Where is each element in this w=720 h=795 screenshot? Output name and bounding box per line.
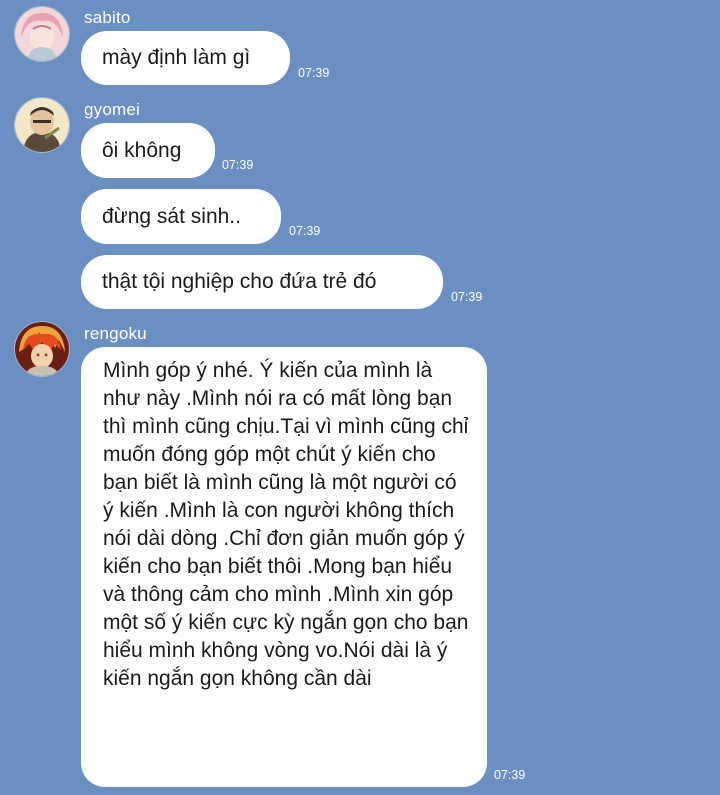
message-time: 07:39 — [222, 158, 254, 172]
message-bubble[interactable]: mày định làm gì — [81, 31, 290, 85]
chat-area: sabito mày định làm gì 07:39 gyomei ôi k… — [0, 0, 720, 795]
sender-name: sabito — [84, 8, 131, 27]
message-bubble[interactable]: thật tội nghiệp cho đứa trẻ đó — [81, 255, 443, 309]
message-time: 07:39 — [451, 290, 483, 304]
message-time: 07:39 — [494, 768, 526, 782]
sender-name: gyomei — [84, 100, 141, 119]
message-text: thật tội nghiệp cho đứa trẻ đó — [102, 270, 377, 293]
message-time: 07:39 — [289, 224, 321, 238]
message-text: Mình góp ý nhé. Ý kiến của mình là như n… — [103, 359, 469, 690]
message-text: ôi không — [102, 138, 182, 162]
message-bubble[interactable]: Mình góp ý nhé. Ý kiến của mình là như n… — [81, 347, 487, 787]
message-text: đừng sát sinh.. — [102, 204, 241, 228]
message-bubble[interactable]: ôi không — [81, 123, 215, 178]
message-text: mày định làm gì — [102, 46, 251, 69]
avatar-gyomei-icon[interactable] — [14, 97, 70, 153]
sender-name: rengoku — [84, 324, 147, 343]
message-time: 07:39 — [298, 66, 330, 80]
message-bubble[interactable]: đừng sát sinh.. — [81, 189, 281, 244]
avatar-sabito-icon[interactable] — [14, 6, 70, 62]
avatar-rengoku-icon[interactable] — [14, 321, 70, 377]
